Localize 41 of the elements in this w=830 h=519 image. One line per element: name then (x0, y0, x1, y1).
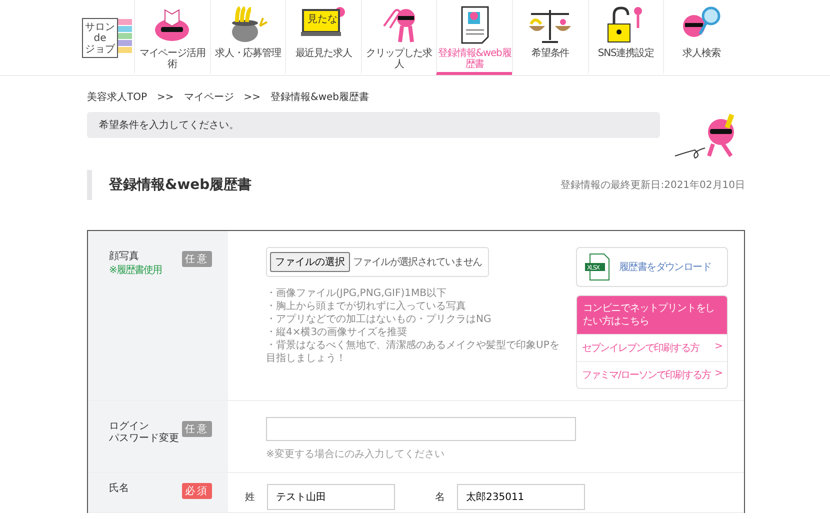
page-title: 登録情報&web履歴書 (87, 170, 252, 200)
laptop-screen-text: 見たな (307, 15, 338, 25)
optional-tag: 任意 (182, 251, 212, 267)
hint-text: ・胸上から頭までが切れずに入っている写真 (266, 300, 467, 313)
field-label: 顔写真 (109, 251, 140, 263)
choose-file-button[interactable]: ファイルの選択 (270, 252, 350, 272)
nav-tab[interactable]: SNS連携設定 (588, 0, 664, 75)
nav-tab[interactable]: 見たな 最近見た求人 (285, 0, 361, 75)
field-label: 氏名 (109, 483, 129, 495)
print-panel-header: コンビニでネットプリントをしたい方はこちら (577, 296, 727, 334)
password-hint: ※変更する場合にのみ入力してください (266, 448, 446, 461)
file-input[interactable]: ファイルの選択 ファイルが選択されていません (266, 247, 489, 277)
name-field-label: 姓 (245, 490, 255, 504)
breadcrumb-link[interactable]: 登録情報&web履歴書 (270, 90, 370, 104)
optional-tag: 任意 (182, 421, 212, 437)
required-tag: 必須 (182, 483, 212, 499)
breadcrumb-separator: >> (157, 92, 174, 102)
field-label: ログイン パスワード変更 (109, 421, 179, 445)
hint-text: ・画像ファイル(JPG,PNG,GIF)1MB以下 (266, 287, 448, 300)
hint-text: ・アプリなどでの加工はないもの・プリクラはNG (266, 313, 492, 326)
nav-tab[interactable]: 希望条件 (512, 0, 588, 75)
last-updated-text: 登録情報の最終更新日:2021年02月10日 (560, 178, 745, 192)
field-sublabel: ※履歴書使用 (109, 264, 162, 277)
password-field[interactable] (266, 417, 576, 441)
breadcrumb-link[interactable]: マイページ (184, 90, 234, 104)
logo[interactable]: サロン de ジョブ (82, 18, 118, 58)
name-field[interactable]: テスト山田 (267, 484, 395, 510)
notice-bar: 希望条件を入力してください。 (87, 112, 660, 138)
hint-text: ・背景はなるべく無地で、清潔感のあるメイクや髪型で印象UPを目指しましょう！ (266, 339, 560, 365)
nav-tab[interactable]: 求人検索 (663, 0, 739, 75)
file-status-text: ファイルが選択されていません (353, 256, 482, 269)
nav-tab[interactable]: 求人・応募管理 (210, 0, 286, 75)
nav-tab[interactable]: クリップした求人 (360, 0, 436, 75)
logo-stripes-icon (118, 19, 132, 53)
name-field-label: 名 (435, 490, 445, 504)
nav-tab[interactable]: マイページ活用術 (134, 0, 210, 75)
breadcrumb-separator: >> (244, 92, 261, 102)
hint-text: ・縦4×横3の画像サイズを推奨 (266, 326, 408, 339)
name-field[interactable]: 太郎235011 (457, 484, 585, 510)
resume-document-icon (460, 6, 490, 44)
breadcrumb-link[interactable]: 美容求人TOP (87, 90, 148, 104)
